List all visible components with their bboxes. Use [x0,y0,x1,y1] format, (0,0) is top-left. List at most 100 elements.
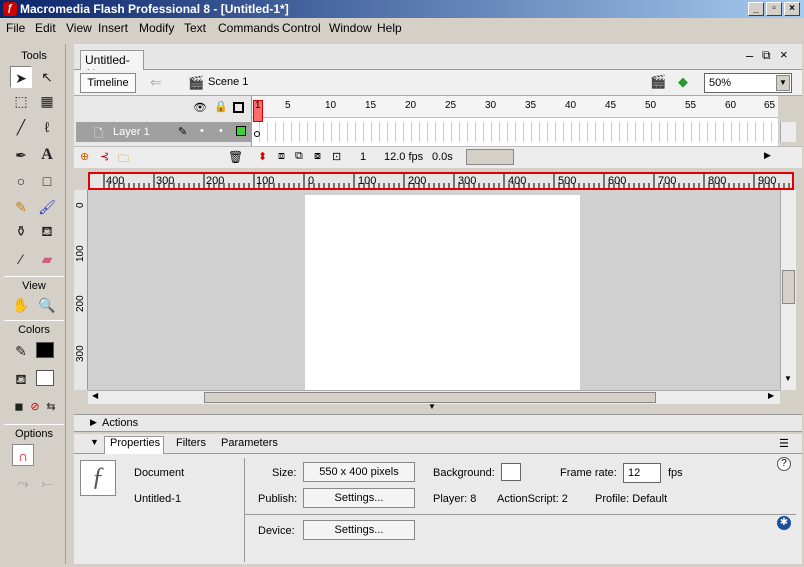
frame-cells[interactable] [252,122,778,142]
insert-layer-icon[interactable]: ⊕ [80,150,89,163]
restore-button[interactable]: ▫ [766,2,782,16]
panel-splitter[interactable]: ▼ [74,402,802,414]
fill-transform-tool-icon[interactable]: ▦ [36,90,58,112]
brush-tool-icon[interactable]: 🖌 [36,196,58,218]
keyframe-icon[interactable] [254,131,260,137]
ruler-ticks [103,174,790,188]
frame-rate-input[interactable]: 12 [623,463,661,483]
menu-insert[interactable]: Insert [98,21,128,35]
tab-parameters[interactable]: Parameters [221,437,278,449]
menu-file[interactable]: File [6,21,25,35]
edit-multiple-frames-icon[interactable]: ⧇ [314,150,321,163]
timeline-vscroll[interactable] [780,122,796,142]
zoom-select[interactable]: 50% ▼ [704,73,792,93]
flash-app-icon: ƒ [3,2,17,16]
timeline-hscroll-thumb[interactable] [466,149,514,165]
scene-clapper-icon: 🎬 [188,75,205,90]
insert-folder-icon[interactable]: 🗀 [118,150,129,169]
size-button[interactable]: 550 x 400 pixels [303,462,415,482]
panel-menu-icon[interactable]: ☰ [779,437,789,450]
free-transform-tool-icon[interactable]: ⬚ [10,90,32,112]
eye-icon[interactable]: 👁 [193,101,207,114]
zoom-tool-icon[interactable]: 🔍 [36,294,58,316]
menu-window[interactable]: Window [329,21,372,35]
ruler-label: 900 [758,175,777,187]
background-color-swatch[interactable] [501,463,521,481]
add-motion-guide-icon[interactable]: ⊰ [100,150,109,163]
menu-commands[interactable]: Commands [218,21,279,35]
stroke-color-swatch[interactable] [36,342,54,358]
edit-symbols-icon[interactable]: ◆ [678,74,688,90]
center-frame-icon[interactable]: ⬍ [258,150,267,163]
lock-icon[interactable]: 🔒 [214,100,228,113]
eyedropper-tool-icon[interactable]: ⁄ [10,248,32,270]
vertical-ruler: 0 100 200 300 [74,190,88,390]
publish-settings-button[interactable]: Settings... [303,488,415,508]
onion-markers-icon[interactable]: ⊡ [332,150,341,163]
minimize-button[interactable]: _ [748,2,764,16]
lock-dot-icon[interactable]: • [219,125,223,137]
stage[interactable] [305,195,580,390]
layer-name[interactable]: Layer 1 [113,126,150,138]
menu-help[interactable]: Help [377,21,402,35]
swap-colors-icon[interactable]: ⇆ [40,396,62,418]
eraser-tool-icon[interactable]: ▰ [36,248,58,270]
frame-number: 25 [445,100,457,111]
actions-panel-header[interactable]: ▶ Actions [74,414,802,432]
delete-layer-icon[interactable]: 🗑 [228,150,243,164]
visibility-dot-icon[interactable]: • [200,125,204,137]
hand-tool-icon[interactable]: ✋ [10,294,32,316]
doc-minimize-icon[interactable]: – [746,48,753,63]
stage-vertical-scrollbar[interactable]: ▼ [780,190,796,390]
document-flash-icon: ƒ [80,460,116,496]
subselection-tool-icon[interactable]: ↖ [36,66,58,88]
text-tool-icon[interactable]: A [36,144,58,166]
smooth-icon[interactable]: ⤳ [12,472,34,494]
selection-type: Document [134,467,185,479]
accessibility-icon[interactable]: ✱ [777,516,791,530]
menu-control[interactable]: Control [282,21,321,35]
back-arrow-icon[interactable]: ⇐ [150,74,162,91]
vscroll-thumb[interactable] [782,270,795,304]
selection-tool-icon[interactable]: ➤ [10,66,32,88]
straighten-icon[interactable]: ⤚ [36,472,58,494]
pen-tool-icon[interactable]: ✒ [10,144,32,166]
line-tool-icon[interactable]: ╱ [10,116,32,138]
onion-skin-icon[interactable]: ⧈ [278,150,285,163]
expand-arrow-icon[interactable]: ▶ [90,417,97,428]
layer-outline-color[interactable] [236,126,246,136]
edit-scene-icon[interactable]: 🎬 [650,74,666,90]
scroll-down-icon[interactable]: ▼ [784,374,792,383]
scroll-right-icon[interactable]: ▶ [764,150,771,161]
collapse-arrow-icon[interactable]: ▼ [428,402,436,411]
collapse-arrow-icon[interactable]: ▼ [90,437,99,447]
chevron-down-icon[interactable]: ▼ [776,75,790,91]
fill-color-swatch[interactable] [36,370,54,386]
lasso-tool-icon[interactable]: ℓ [36,116,58,138]
menu-view[interactable]: View [66,21,92,35]
onion-outlines-icon[interactable]: ⧉ [295,150,303,163]
tab-properties[interactable]: Properties [110,437,160,449]
tab-filters[interactable]: Filters [176,437,206,449]
ink-bottle-tool-icon[interactable]: ⚱ [10,220,32,242]
ruler-label: 200 [408,175,427,187]
scroll-left-icon[interactable]: ◀ [92,391,98,400]
timeline-button[interactable]: Timeline [80,73,136,93]
menu-edit[interactable]: Edit [35,21,56,35]
rectangle-tool-icon[interactable]: □ [36,170,58,192]
help-icon[interactable]: ? [777,457,791,471]
device-settings-button[interactable]: Settings... [303,520,415,540]
doc-restore-icon[interactable]: ⧉ [762,48,771,63]
scroll-right-icon[interactable]: ▶ [768,391,774,400]
layer-row[interactable]: 🗋 Layer 1 ✎ • • [76,122,252,142]
pencil-tool-icon[interactable]: ✎ [10,196,32,218]
snap-to-objects-icon[interactable]: ∩ [12,444,34,466]
menu-text[interactable]: Text [184,21,206,35]
document-tab[interactable]: Untitled-1* [80,50,144,81]
doc-close-icon[interactable]: × [780,47,788,62]
menu-modify[interactable]: Modify [139,21,174,35]
oval-tool-icon[interactable]: ○ [10,170,32,192]
outline-icon[interactable] [233,102,244,113]
paint-bucket-tool-icon[interactable]: ⛾ [36,220,58,242]
close-button[interactable]: × [784,2,800,16]
